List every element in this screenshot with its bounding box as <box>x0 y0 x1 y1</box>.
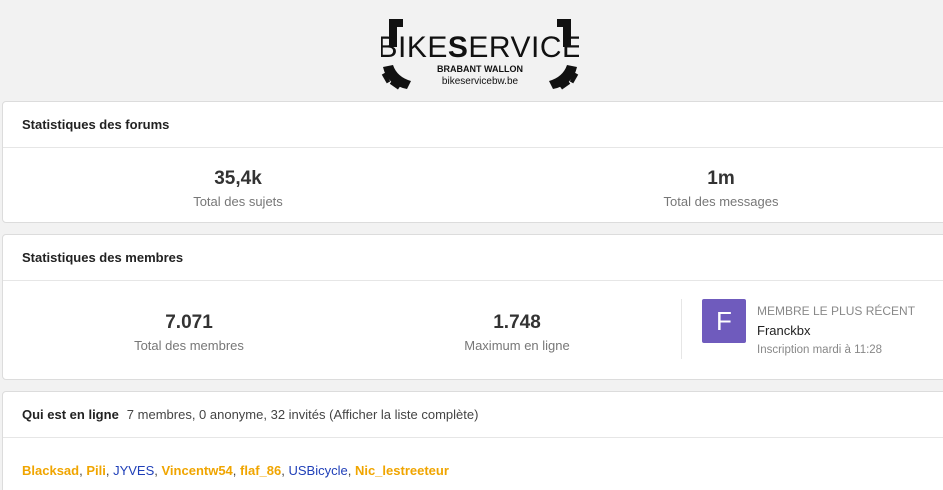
newest-member-avatar[interactable]: F <box>702 299 746 343</box>
member-stats-title: Statistiques des membres <box>22 250 184 265</box>
stat-label: Total des messages <box>663 194 779 209</box>
online-user-link[interactable]: flaf_86 <box>240 463 281 478</box>
online-title: Qui est en ligne <box>22 407 119 422</box>
user-separator: , <box>232 463 241 478</box>
online-user-link[interactable]: Pili <box>86 463 106 478</box>
online-block: Qui est en ligne 7 membres, 0 anonyme, 3… <box>2 391 943 490</box>
user-separator: , <box>154 463 162 478</box>
online-summary[interactable]: 7 membres, 0 anonyme, 32 invités (Affich… <box>127 407 479 422</box>
bikeservice-logo[interactable]: BIKESERVICE BRABANT WALLON bikeservicebw… <box>381 17 579 91</box>
stat-value: 1m <box>707 168 735 189</box>
logo-url: bikeservicebw.be <box>442 76 519 87</box>
user-separator: , <box>347 463 355 478</box>
logo-text-prefix: BIKE <box>381 31 448 64</box>
online-header: Qui est en ligne 7 membres, 0 anonyme, 3… <box>3 392 943 438</box>
newest-member-caption: MEMBRE LE PLUS RÉCENT <box>757 304 916 318</box>
svg-text:BIKESERVICE: BIKESERVICE <box>381 31 579 64</box>
newest-member-date: Inscription mardi à 11:28 <box>757 344 883 356</box>
user-separator: , <box>105 463 114 478</box>
stat-max-online: 1.748 Maximum en ligne <box>387 312 647 353</box>
online-user-link[interactable]: Blacksad <box>22 463 79 478</box>
stat-total-posts: 1m Total des messages <box>591 168 851 209</box>
stat-value: 35,4k <box>214 168 262 189</box>
stat-label: Total des membres <box>134 338 244 353</box>
member-stats-block: Statistiques des membres 7.071 Total des… <box>2 234 943 380</box>
stat-value: 1.748 <box>493 312 541 333</box>
online-user-link[interactable]: Vincentw54 <box>162 463 233 478</box>
stat-label: Maximum en ligne <box>464 338 570 353</box>
stat-value: 7.071 <box>165 312 213 333</box>
online-users-list: Blacksad, Pili, JYVES, Vincentw54, flaf_… <box>22 463 449 478</box>
divider <box>681 299 682 359</box>
online-user-link[interactable]: Nic_lestreeteur <box>355 463 449 478</box>
member-stats-header: Statistiques des membres <box>3 235 943 281</box>
logo-text-suffix: ERVICE <box>468 31 579 64</box>
forum-stats-block: Statistiques des forums 35,4k Total des … <box>2 101 943 223</box>
avatar-letter: F <box>716 305 732 336</box>
logo-text-bold: S <box>448 31 469 64</box>
stat-total-topics: 35,4k Total des sujets <box>108 168 368 209</box>
site-header: BIKESERVICE BRABANT WALLON bikeservicebw… <box>0 0 943 100</box>
newest-member: MEMBRE LE PLUS RÉCENT Franckbx Inscripti… <box>757 304 915 356</box>
online-user-link[interactable]: JYVES <box>113 463 154 478</box>
forum-stats-title: Statistiques des forums <box>22 117 170 132</box>
stat-total-members: 7.071 Total des membres <box>59 312 319 353</box>
stat-label: Total des sujets <box>193 194 283 209</box>
logo-subtitle: BRABANT WALLON <box>437 64 523 74</box>
forum-stats-header: Statistiques des forums <box>3 102 943 148</box>
newest-member-name[interactable]: Franckbx <box>757 323 915 338</box>
online-user-link[interactable]: USBicycle <box>288 463 347 478</box>
